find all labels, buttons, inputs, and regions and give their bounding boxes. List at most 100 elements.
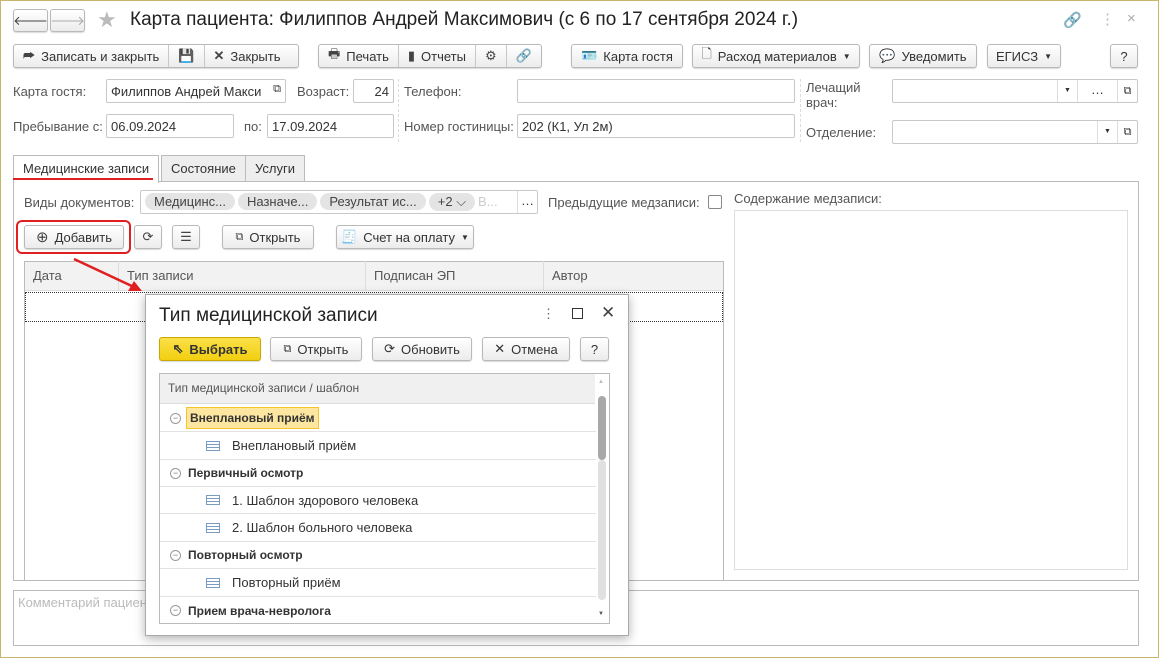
list-item[interactable]: Внеплановый приём [160, 432, 596, 460]
department-label: Отделение: [806, 125, 877, 140]
list-item-label: 2. Шаблон больного человека [232, 520, 413, 535]
cursor-icon: ⇖ [172, 341, 184, 356]
maximize-icon[interactable] [572, 308, 583, 319]
template-icon [206, 440, 220, 451]
more-icon[interactable]: ⋮ [542, 306, 555, 322]
content-area[interactable] [734, 210, 1128, 570]
list-header[interactable]: Тип медицинской записи / шаблон [160, 374, 596, 404]
dropdown-icon[interactable]: ▼ [1057, 80, 1077, 102]
list-item-label: Повторный приём [232, 575, 341, 590]
print-button[interactable]: 🖶 Печать [319, 45, 399, 67]
dropdown-icon[interactable]: ▼ [1097, 121, 1117, 143]
more-icon[interactable]: ⋮ [1100, 10, 1115, 28]
list-item[interactable]: 2. Шаблон больного человека [160, 514, 596, 542]
notify-button[interactable]: 💬 Уведомить [869, 44, 977, 68]
content-label: Содержание медзаписи: [734, 191, 882, 206]
age-field[interactable]: 24 [353, 79, 394, 103]
stay-to-label: по: [244, 119, 262, 134]
template-icon [206, 495, 220, 505]
collapse-icon[interactable]: − [170, 467, 181, 479]
list-group-row[interactable]: − Повторный осмотр [160, 542, 596, 569]
favorite-star-icon[interactable]: ★ [97, 7, 117, 33]
stay-from-label: Пребывание с: [13, 119, 103, 134]
materials-button[interactable]: 🗋 Расход материалов ▼ [692, 44, 860, 68]
chat-icon: 💬 [879, 48, 896, 63]
link-icon[interactable]: 🔗 [1063, 11, 1082, 29]
invoice-button[interactable]: 🧾 Счет на оплату ▼ [336, 225, 474, 249]
stay-to-field[interactable]: 17.09.2024 [267, 114, 394, 138]
open-button[interactable]: ⧉ Открыть [222, 225, 314, 249]
list-group-row[interactable]: − Первичный осмотр [160, 460, 596, 487]
col-signed[interactable]: Подписан ЭП [366, 261, 544, 291]
list-item[interactable]: Повторный приём [160, 569, 596, 597]
select-ellipsis-icon[interactable]: … [1077, 80, 1117, 102]
scroll-thumb[interactable] [598, 396, 606, 460]
col-type[interactable]: Тип записи [119, 261, 366, 291]
plus-circle-icon: ⊕ [35, 229, 49, 246]
back-button[interactable]: 🡐 [13, 9, 48, 32]
list-item-label: Внеплановый приём [232, 438, 357, 453]
scrollbar[interactable]: ▲ ▼ [595, 374, 609, 623]
id-card-icon: 🪪 [581, 48, 598, 63]
select-ellipsis-icon[interactable]: … [517, 191, 537, 213]
reports-button[interactable]: ▮ Отчеты [399, 45, 476, 67]
list-item-label: Первичный осмотр [188, 466, 304, 480]
prev-records-label: Предыдущие медзаписи: [548, 195, 700, 210]
room-field[interactable]: 202 (К1, Ул 2м) [517, 114, 795, 138]
egisz-button[interactable]: ЕГИСЗ ▼ [987, 44, 1061, 68]
more-chips[interactable]: +2 ⌵ [428, 193, 476, 211]
prev-records-checkbox[interactable] [708, 195, 722, 209]
open-icon: ⧉ [283, 342, 292, 355]
phone-field[interactable] [517, 79, 795, 103]
doc-type-chip[interactable]: Результат ис... [320, 193, 426, 210]
template-icon [206, 522, 220, 533]
floppy-icon: 💾 [178, 48, 195, 63]
help-button[interactable]: ? [1110, 44, 1138, 68]
refresh-button[interactable]: ⟳ [134, 225, 162, 249]
doc-type-chip[interactable]: Назначе... [238, 193, 318, 210]
record-type-dialog: Тип медицинской записи ⋮ ✕ ⇖ Выбрать ⧉ Отк… [145, 294, 629, 636]
list-item[interactable]: 1. Шаблон здорового человека [160, 487, 596, 514]
select-button[interactable]: ⇖ Выбрать [159, 337, 261, 361]
scroll-down-icon[interactable]: ▼ [598, 611, 604, 617]
open-icon[interactable]: ⧉ [1117, 121, 1137, 143]
close-icon[interactable]: × [1127, 10, 1136, 27]
department-field[interactable]: ▼ ⧉ [892, 120, 1138, 144]
col-author[interactable]: Автор [544, 261, 723, 291]
link-button[interactable]: 🔗 [507, 45, 541, 67]
list-item-label: Повторный осмотр [188, 548, 303, 562]
sort-button[interactable]: ☰ [172, 225, 200, 249]
list-item-label: Прием врача-невролога [188, 603, 331, 618]
open-button[interactable]: ⧉ Открыть [270, 337, 362, 361]
settings-button[interactable]: ⚙ [476, 45, 507, 67]
add-button[interactable]: ⊕ Добавить [24, 225, 124, 249]
cancel-button[interactable]: ✕ Отмена [482, 337, 570, 361]
dropdown-icon: ▼ [461, 232, 469, 242]
collapse-icon[interactable]: − [170, 549, 181, 561]
help-button[interactable]: ? [580, 337, 609, 361]
doctor-field[interactable]: ▼ … ⧉ [892, 79, 1138, 103]
save-exit-icon: ⮫ [23, 48, 36, 63]
guest-card-button[interactable]: 🪪 Карта гостя [571, 44, 683, 68]
x-icon: ✕ [494, 341, 506, 356]
refresh-button[interactable]: ⟳ Обновить [372, 337, 472, 361]
list-group-row[interactable]: − Прием врача-невролога [160, 597, 596, 623]
open-icon[interactable]: ⧉ [273, 83, 281, 96]
forward-button[interactable]: 🡒 [50, 9, 85, 32]
doc-types-placeholder: В... [478, 194, 498, 209]
tab-state[interactable]: Состояние [161, 155, 246, 182]
tab-services[interactable]: Услуги [245, 155, 305, 182]
collapse-icon[interactable]: − [170, 605, 181, 616]
close-button[interactable]: ✕ Закрыть [205, 45, 298, 67]
scroll-up-icon[interactable]: ▲ [598, 379, 604, 385]
collapse-icon[interactable]: − [170, 412, 181, 424]
save-button[interactable]: 💾 [169, 45, 205, 67]
guest-card-field[interactable]: Филиппов Андрей Макси ⧉ [106, 79, 286, 103]
doc-types-field[interactable]: Медицинс... Назначе... Результат ис... +2 ⌵… [140, 190, 538, 214]
save-close-button[interactable]: ⮫ Записать и закрыть [14, 45, 170, 67]
doc-type-chip[interactable]: Медицинс... [145, 193, 235, 210]
open-icon[interactable]: ⧉ [1117, 80, 1137, 102]
stay-from-field[interactable]: 06.09.2024 [106, 114, 234, 138]
list-group-row[interactable]: − Внеплановый приём [160, 405, 596, 432]
close-icon[interactable]: ✕ [601, 303, 615, 323]
